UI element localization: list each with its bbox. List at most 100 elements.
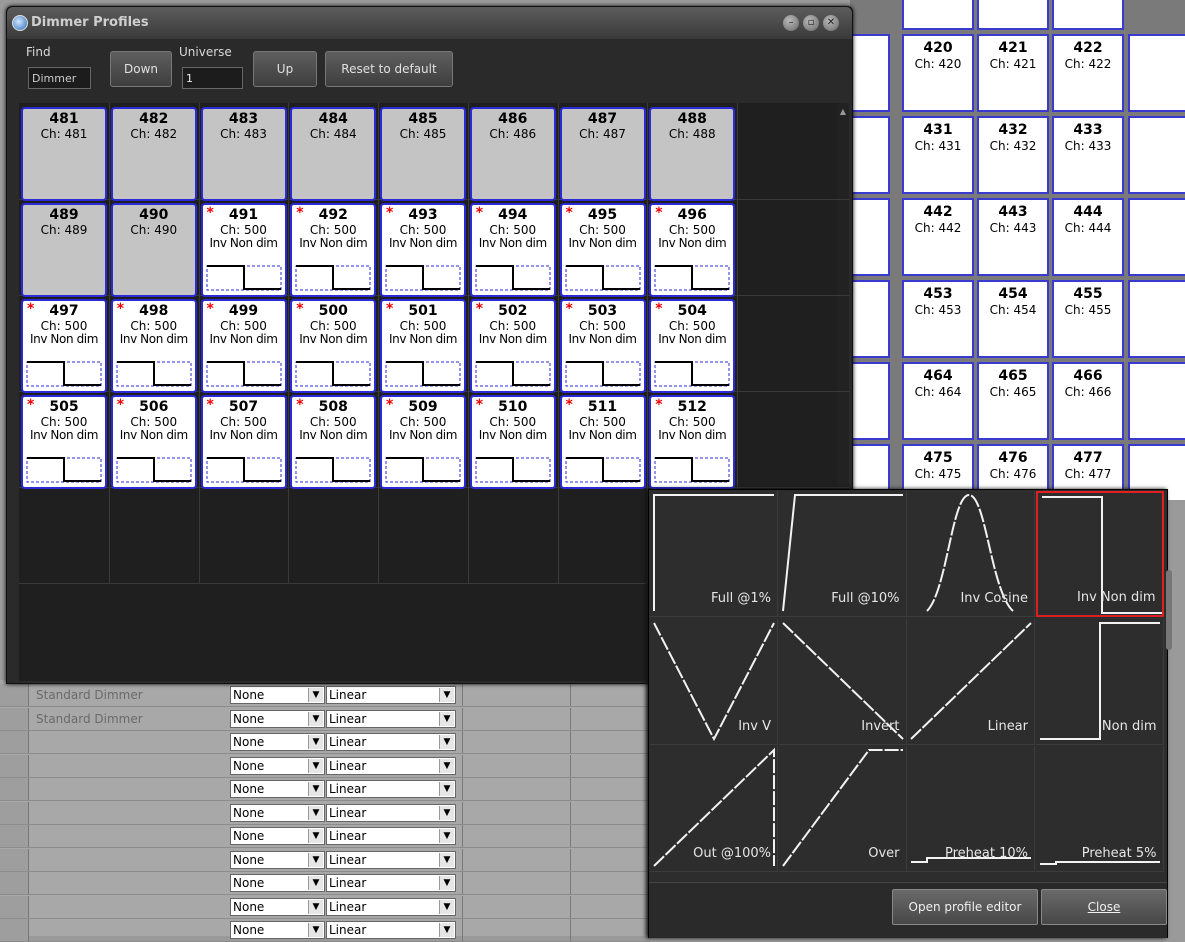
law-select[interactable]: Linear ▼ [326, 921, 456, 939]
fixture-cell[interactable]: * 498 Ch: 500 Inv Non dim [110, 299, 197, 393]
law-select[interactable]: Linear ▼ [326, 686, 456, 704]
fixture-cell[interactable]: * 494 Ch: 500 Inv Non dim [469, 203, 556, 297]
dimmer-list-row[interactable]: None ▼ Linear ▼ [0, 825, 650, 848]
fixture-cell[interactable]: * 509 Ch: 500 Inv Non dim [380, 395, 466, 489]
fixture-cell[interactable]: * 492 Ch: 500 Inv Non dim [290, 203, 377, 297]
law-select[interactable]: Linear ▼ [326, 850, 456, 869]
dimmer-list-row[interactable]: None ▼ Linear ▼ [0, 801, 650, 825]
chevron-down-icon[interactable]: ▼ [439, 899, 454, 914]
law-select[interactable]: Linear ▼ [326, 756, 456, 775]
chevron-down-icon[interactable]: ▼ [308, 688, 323, 702]
dimmer-list-row[interactable]: None ▼ Linear ▼ [0, 919, 650, 942]
curve-select[interactable]: None ▼ [230, 921, 325, 939]
dimmer-list-row[interactable]: Standard Dimmer None ▼ Linear ▼ [0, 707, 650, 731]
curve-select[interactable]: None ▼ [230, 756, 325, 775]
curve-select[interactable]: None ▼ [230, 780, 325, 798]
fixture-cell[interactable]: * 512 Ch: 500 Inv Non dim [649, 395, 736, 489]
fixture-cell[interactable]: * 510 Ch: 500 Inv Non dim [469, 395, 556, 489]
fixture-cell[interactable]: * 508 Ch: 500 Inv Non dim [290, 395, 377, 489]
profile-option[interactable]: Inv Non dim [1035, 491, 1164, 617]
reset-to-default-button[interactable]: Reset to default [325, 51, 453, 87]
chevron-down-icon[interactable]: ▼ [439, 876, 454, 890]
fixture-cell[interactable]: 485 Ch: 485 [380, 107, 466, 201]
fixture-cell[interactable]: 487 Ch: 487 [559, 107, 646, 201]
dimmer-list-row[interactable]: None ▼ Linear ▼ [0, 895, 650, 919]
fixture-cell[interactable]: * 505 Ch: 500 Inv Non dim [21, 395, 107, 489]
profile-option[interactable]: Out @100% [650, 746, 778, 872]
dimmer-list-row[interactable]: Standard Dimmer None ▼ Linear ▼ [0, 684, 650, 707]
profile-option[interactable]: Full @10% [778, 491, 907, 617]
fixture-cell[interactable]: * 497 Ch: 500 Inv Non dim [21, 299, 107, 393]
fixture-cell[interactable]: * 503 Ch: 500 Inv Non dim [559, 299, 646, 393]
fixture-cell[interactable]: 486 Ch: 486 [469, 107, 556, 201]
chevron-down-icon[interactable]: ▼ [308, 852, 323, 867]
chevron-down-icon[interactable]: ▼ [308, 711, 323, 726]
chevron-down-icon[interactable]: ▼ [439, 711, 454, 726]
open-profile-editor-button[interactable]: Open profile editor [892, 889, 1038, 925]
chevron-down-icon[interactable]: ▼ [439, 852, 454, 867]
chevron-down-icon[interactable]: ▼ [308, 899, 323, 914]
curve-select[interactable]: None ▼ [230, 686, 325, 704]
chevron-down-icon[interactable]: ▼ [308, 782, 323, 796]
law-select[interactable]: Linear ▼ [326, 827, 456, 845]
chevron-down-icon[interactable]: ▼ [439, 735, 454, 749]
law-select[interactable]: Linear ▼ [326, 874, 456, 892]
curve-select[interactable]: None ▼ [230, 827, 325, 845]
fixture-cell[interactable]: 488 Ch: 488 [649, 107, 736, 201]
chevron-down-icon[interactable]: ▼ [439, 758, 454, 773]
fixture-cell[interactable]: * 501 Ch: 500 Inv Non dim [380, 299, 466, 393]
fixture-cell[interactable]: 483 Ch: 483 [200, 107, 287, 201]
chevron-down-icon[interactable]: ▼ [308, 876, 323, 890]
up-button[interactable]: Up [253, 51, 317, 87]
dimmer-list-row[interactable]: None ▼ Linear ▼ [0, 872, 650, 895]
title-bar[interactable]: Dimmer Profiles – ▫ ✕ [7, 7, 852, 39]
fixture-cell[interactable]: 482 Ch: 482 [110, 107, 197, 201]
curve-select[interactable]: None ▼ [230, 850, 325, 869]
chevron-down-icon[interactable]: ▼ [308, 829, 323, 843]
fixture-cell[interactable]: * 507 Ch: 500 Inv Non dim [200, 395, 287, 489]
universe-input[interactable]: 1 [182, 67, 243, 89]
maximize-icon[interactable]: ▫ [803, 15, 819, 31]
dimmer-list-row[interactable]: None ▼ Linear ▼ [0, 754, 650, 778]
profile-option[interactable]: Preheat 10% [907, 746, 1035, 872]
fixture-cell[interactable]: * 504 Ch: 500 Inv Non dim [649, 299, 736, 393]
law-select[interactable]: Linear ▼ [326, 897, 456, 916]
fixture-cell[interactable]: * 500 Ch: 500 Inv Non dim [290, 299, 377, 393]
fixture-cell[interactable]: 484 Ch: 484 [290, 107, 377, 201]
dimmer-list-row[interactable]: None ▼ Linear ▼ [0, 778, 650, 801]
popup-scrollbar[interactable] [1166, 570, 1172, 650]
fixture-cell[interactable]: 490 Ch: 490 [110, 203, 197, 297]
chevron-down-icon[interactable]: ▼ [439, 782, 454, 796]
close-button[interactable]: Close [1041, 889, 1167, 925]
minimize-icon[interactable]: – [783, 15, 799, 31]
fixture-cell[interactable]: * 495 Ch: 500 Inv Non dim [559, 203, 646, 297]
chevron-down-icon[interactable]: ▼ [308, 735, 323, 749]
chevron-down-icon[interactable]: ▼ [308, 758, 323, 773]
profile-option[interactable]: Non dim [1035, 618, 1164, 745]
fixture-cell[interactable]: * 502 Ch: 500 Inv Non dim [469, 299, 556, 393]
dimmer-list-row[interactable]: None ▼ Linear ▼ [0, 731, 650, 754]
fixture-cell[interactable]: * 493 Ch: 500 Inv Non dim [380, 203, 466, 297]
dimmer-list-row[interactable]: None ▼ Linear ▼ [0, 848, 650, 872]
profile-option[interactable]: Full @1% [650, 491, 778, 617]
profile-option[interactable]: Inv V [650, 618, 778, 745]
profile-option[interactable]: Over [778, 746, 907, 872]
fixture-cell[interactable]: * 496 Ch: 500 Inv Non dim [649, 203, 736, 297]
fixture-cell[interactable]: 481 Ch: 481 [21, 107, 107, 201]
curve-select[interactable]: None ▼ [230, 897, 325, 916]
chevron-down-icon[interactable]: ▼ [308, 923, 323, 937]
chevron-down-icon[interactable]: ▼ [439, 688, 454, 702]
law-select[interactable]: Linear ▼ [326, 733, 456, 751]
law-select[interactable]: Linear ▼ [326, 709, 456, 728]
chevron-down-icon[interactable]: ▼ [308, 805, 323, 820]
profile-option[interactable]: Invert [778, 618, 907, 745]
chevron-down-icon[interactable]: ▼ [439, 923, 454, 937]
fixture-cell[interactable]: * 511 Ch: 500 Inv Non dim [559, 395, 646, 489]
curve-select[interactable]: None ▼ [230, 709, 325, 728]
profile-option[interactable]: Preheat 5% [1035, 746, 1164, 872]
chevron-down-icon[interactable]: ▼ [439, 829, 454, 843]
scroll-up-icon[interactable]: ▲ [837, 107, 849, 116]
chevron-down-icon[interactable]: ▼ [439, 805, 454, 820]
fixture-cell[interactable]: * 506 Ch: 500 Inv Non dim [110, 395, 197, 489]
curve-select[interactable]: None ▼ [230, 733, 325, 751]
